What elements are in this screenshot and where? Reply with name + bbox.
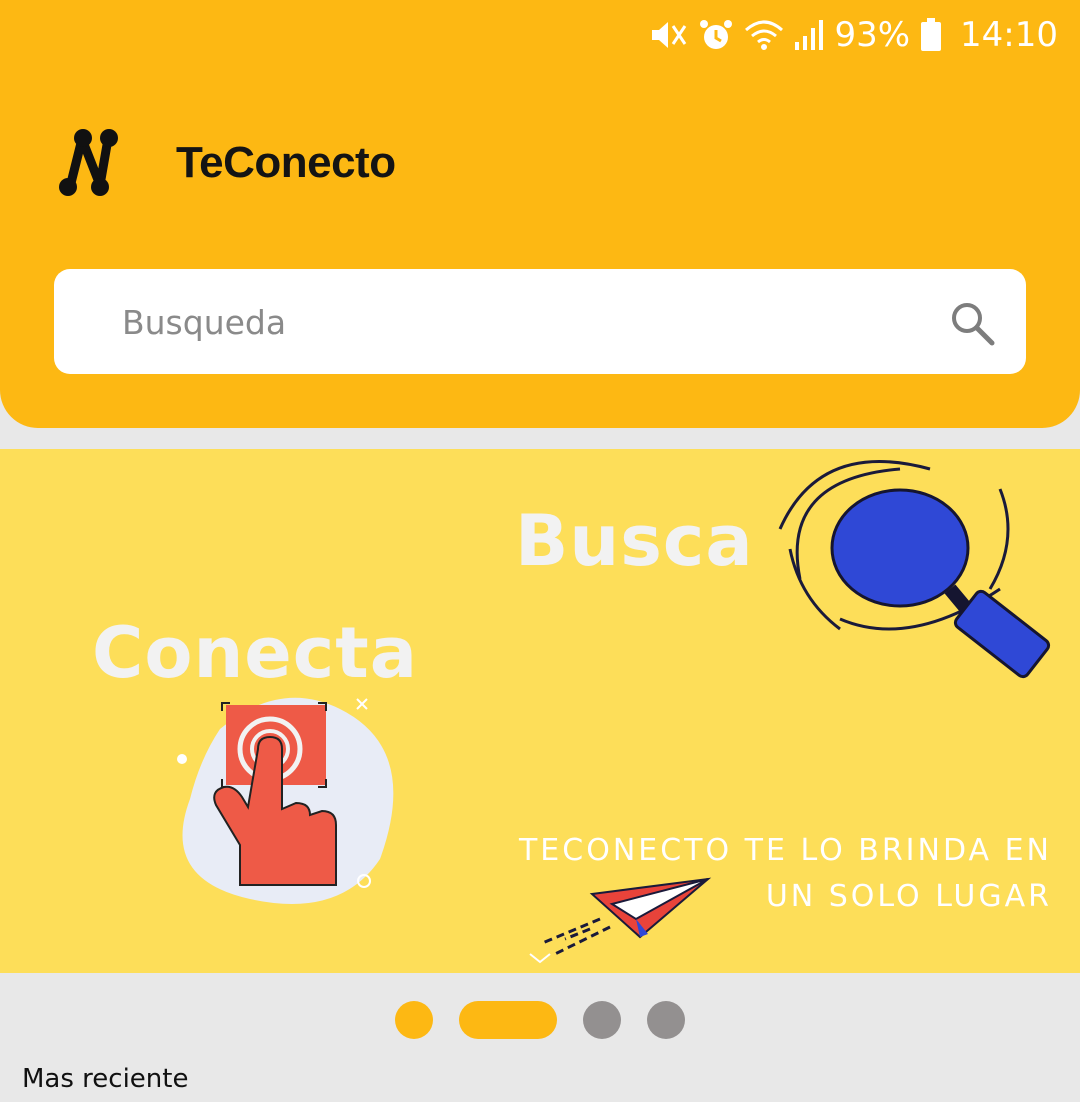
search-icon[interactable] (948, 299, 996, 347)
clock: 14:10 (960, 15, 1058, 55)
carousel-dot-4[interactable] (647, 1001, 685, 1039)
carousel-indicator (0, 1000, 1080, 1040)
signal-icon (794, 18, 824, 52)
tagline-line-1: TECONECTO TE LO BRINDA EN (518, 833, 1052, 868)
touch-hand-illustration-icon (177, 697, 394, 904)
carousel-dot-2-active[interactable] (459, 1001, 557, 1039)
carousel-dot-3[interactable] (583, 1001, 621, 1039)
carousel-dot-1[interactable] (395, 1001, 433, 1039)
mute-icon (648, 18, 688, 52)
banner-tagline: TECONECTO TE LO BRINDA EN UN SOLO LUGAR (452, 828, 1052, 920)
alarm-icon (698, 17, 734, 53)
banner-word-busca: Busca (515, 500, 754, 582)
app-title: TeConecto (176, 138, 396, 187)
section-title: Mas reciente (22, 1064, 189, 1094)
status-bar: 93% 14:10 (648, 10, 1058, 60)
battery-icon (920, 18, 942, 52)
search-input[interactable] (120, 291, 924, 353)
magnifier-illustration-icon (778, 460, 1051, 679)
app-header: 93% 14:10 TeConecto (0, 0, 1080, 428)
wifi-icon (744, 18, 784, 52)
search-bar[interactable] (54, 269, 1026, 374)
banner-word-conecta: Conecta (92, 612, 418, 694)
teconecto-logo-icon (59, 129, 118, 196)
battery-percent: 93% (834, 15, 911, 55)
tagline-line-2: UN SOLO LUGAR (765, 879, 1052, 914)
